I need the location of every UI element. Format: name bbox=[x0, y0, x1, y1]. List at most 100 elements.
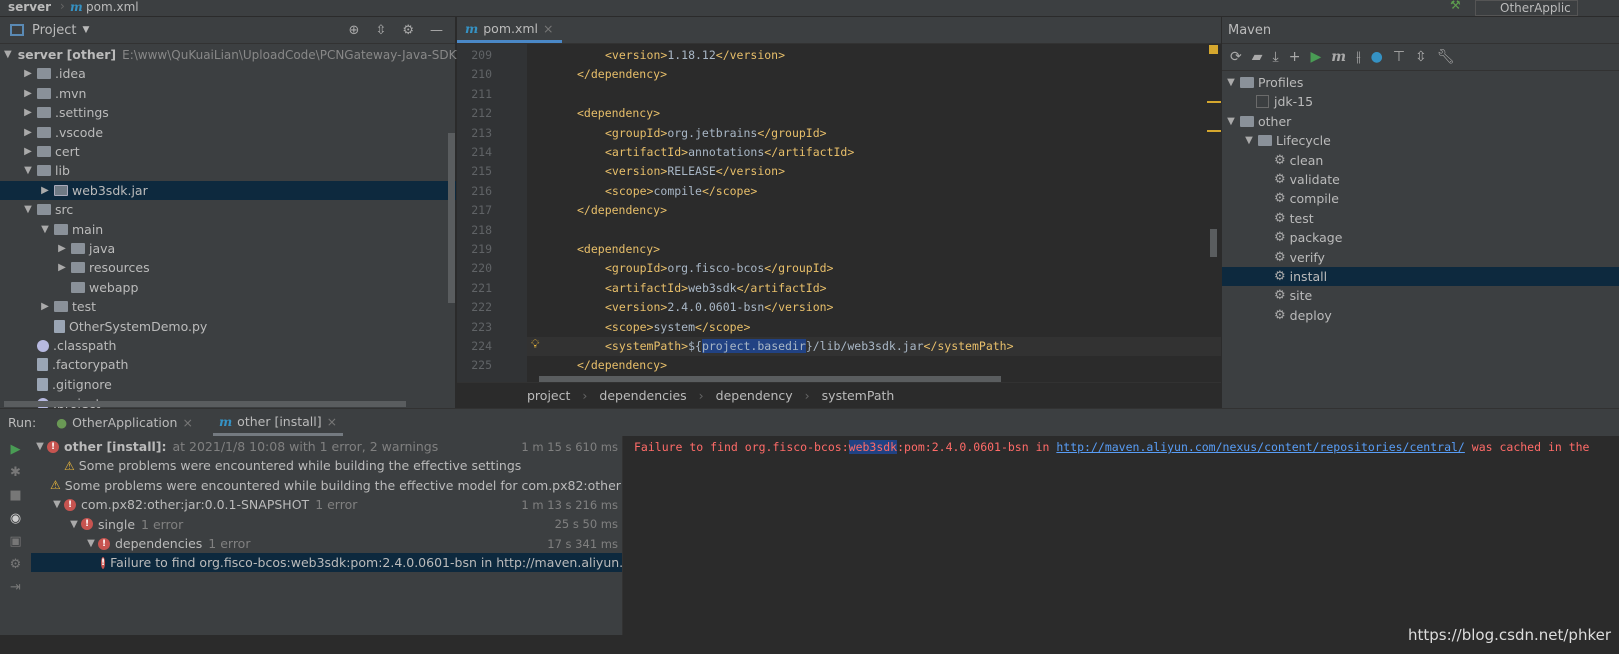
maven-item-profiles[interactable]: ▼ Profiles bbox=[1222, 73, 1619, 92]
tree-item[interactable]: ▶ cert bbox=[0, 142, 456, 161]
repository-link[interactable]: http://maven.aliyun.com/nexus/content/re… bbox=[1056, 440, 1465, 454]
nav-project[interactable]: server bbox=[8, 0, 51, 14]
maven-item-install[interactable]: ⚙ install bbox=[1222, 267, 1619, 286]
chevron-down-icon[interactable]: ▼ bbox=[4, 49, 12, 60]
code-line[interactable]: <groupId>org.jetbrains</groupId> bbox=[605, 126, 827, 140]
tree-item[interactable]: ▶ .vscode bbox=[0, 123, 456, 142]
chevron-down-icon[interactable]: ▼ bbox=[1224, 116, 1238, 127]
breadcrumb-item[interactable]: dependency bbox=[716, 388, 793, 403]
run-config-selector[interactable]: OtherApplic bbox=[1475, 0, 1578, 16]
code-line[interactable]: <artifactId>annotations</artifactId> bbox=[605, 145, 854, 159]
chevron-down-icon[interactable]: ▼ bbox=[1242, 135, 1256, 146]
tree-item[interactable]: ▶ .idea bbox=[0, 64, 456, 83]
gear-icon[interactable]: ⚙ bbox=[402, 23, 414, 38]
camera-icon[interactable]: ▣ bbox=[9, 534, 21, 549]
rerun-icon[interactable]: ▶ bbox=[11, 442, 21, 457]
exit-icon[interactable]: ⇥ bbox=[10, 580, 21, 595]
minimize-icon[interactable]: — bbox=[430, 23, 443, 38]
execute-goal-icon[interactable]: m bbox=[1331, 49, 1346, 65]
chevron-right-icon[interactable]: ▶ bbox=[21, 146, 35, 157]
tree-item[interactable]: OtherSystemDemo.py bbox=[0, 317, 456, 336]
download-icon[interactable]: ⤓ bbox=[1273, 49, 1279, 65]
chevron-down-icon[interactable]: ▼ bbox=[50, 499, 64, 510]
toggle-offline-icon[interactable]: ⫲ bbox=[1356, 49, 1361, 65]
maven-item-deploy[interactable]: ⚙ deploy bbox=[1222, 306, 1619, 325]
settings-wrench-icon[interactable]: 🔧︎ bbox=[1437, 49, 1455, 65]
code-line[interactable]: <artifactId>web3sdk</artifactId> bbox=[605, 281, 827, 295]
maven-item-test[interactable]: ⚙ test bbox=[1222, 209, 1619, 228]
code-line[interactable]: <dependency> bbox=[577, 106, 660, 120]
vertical-scrollbar[interactable] bbox=[448, 133, 455, 303]
eye-icon[interactable]: ◉ bbox=[10, 511, 21, 526]
code-line[interactable]: <systemPath>${project.basedir}/lib/web3s… bbox=[605, 339, 1014, 353]
maven-item-clean[interactable]: ⚙ clean bbox=[1222, 151, 1619, 170]
build-tree-item[interactable]: ▼! other [install]: at 2021/1/8 10:08 with… bbox=[31, 437, 622, 456]
build-tree-item[interactable]: ▼! com.px82:other:jar:0.0.1-SNAPSHOT 1 err… bbox=[31, 495, 622, 514]
maven-item-compile[interactable]: ⚙ compile bbox=[1222, 189, 1619, 208]
code-line[interactable]: <version>1.18.12</version> bbox=[605, 48, 785, 62]
build-tree-item[interactable]: ⚠ Some problems were encountered while bu… bbox=[31, 456, 622, 475]
tab-pom-xml[interactable]: m pom.xml × bbox=[457, 17, 562, 43]
chevron-down-icon[interactable]: ▼ bbox=[21, 204, 35, 215]
breadcrumb-item[interactable]: project bbox=[527, 388, 570, 403]
stop-icon[interactable]: ■ bbox=[9, 488, 21, 503]
run-tab[interactable]: ● OtherApplication × bbox=[50, 409, 199, 436]
tree-item[interactable]: ▶ .settings bbox=[0, 103, 456, 122]
close-icon[interactable]: × bbox=[182, 415, 192, 430]
code-line[interactable]: <version>RELEASE</version> bbox=[605, 164, 785, 178]
code-line[interactable]: <groupId>org.fisco-bcos</groupId> bbox=[605, 261, 834, 275]
settings-icon[interactable]: ⚙ bbox=[10, 557, 22, 572]
tree-item[interactable]: ▶ java bbox=[0, 239, 456, 258]
tree-item[interactable]: .classpath bbox=[0, 336, 456, 355]
debug-icon[interactable]: ✱ bbox=[10, 465, 21, 480]
maven-item-site[interactable]: ⚙ site bbox=[1222, 286, 1619, 305]
vertical-scrollbar[interactable] bbox=[1210, 229, 1217, 257]
code-line[interactable]: <version>2.4.0.0601-bsn</version> bbox=[605, 300, 834, 314]
code-line[interactable]: <scope>system</scope> bbox=[605, 320, 750, 334]
code-line[interactable]: <scope>compile</scope> bbox=[605, 184, 757, 198]
build-tree-item[interactable]: ▼! dependencies 1 error 17 s 341 ms bbox=[31, 534, 622, 553]
code-line[interactable]: </dependency> bbox=[577, 358, 667, 372]
skip-tests-icon[interactable]: ● bbox=[1371, 49, 1383, 65]
add-icon[interactable]: + bbox=[1289, 49, 1301, 65]
tree-item[interactable]: webapp bbox=[0, 278, 456, 297]
chevron-down-icon[interactable]: ▼ bbox=[67, 519, 81, 530]
nav-file[interactable]: pom.xml bbox=[86, 0, 139, 14]
maven-item-other[interactable]: ▼ other bbox=[1222, 112, 1619, 131]
run-icon[interactable]: ▶ bbox=[1310, 49, 1321, 65]
chevron-right-icon[interactable]: ▶ bbox=[21, 68, 35, 79]
inspection-indicator[interactable] bbox=[1209, 45, 1218, 54]
horizontal-scrollbar[interactable] bbox=[4, 401, 406, 407]
maven-item-lifecycle[interactable]: ▼ Lifecycle bbox=[1222, 131, 1619, 150]
tree-item[interactable]: ▼ lib bbox=[0, 161, 456, 180]
tree-item[interactable]: ▶ test bbox=[0, 297, 456, 316]
chevron-right-icon[interactable]: ▶ bbox=[38, 301, 52, 312]
code-line[interactable]: </dependency> bbox=[577, 67, 667, 81]
chevron-right-icon[interactable]: ▶ bbox=[38, 185, 52, 196]
close-icon[interactable]: × bbox=[543, 21, 553, 36]
maven-item-package[interactable]: ⚙ package bbox=[1222, 228, 1619, 247]
chevron-down-icon[interactable]: ▼ bbox=[33, 441, 47, 452]
breadcrumb-item[interactable]: systemPath bbox=[822, 388, 895, 403]
tree-item[interactable]: ▼ server [other] E:\www\QuKuaiLian\UploadCo… bbox=[0, 45, 467, 64]
chevron-down-icon[interactable]: ▼ bbox=[82, 25, 89, 35]
chevron-down-icon[interactable]: ▼ bbox=[84, 538, 98, 549]
reload-icon[interactable]: ⟳ bbox=[1230, 49, 1242, 65]
breadcrumb-item[interactable]: dependencies bbox=[599, 388, 686, 403]
checkbox[interactable] bbox=[1256, 95, 1269, 109]
tree-item[interactable]: ▼ src bbox=[0, 200, 456, 219]
chevron-right-icon[interactable]: ▶ bbox=[21, 127, 35, 138]
show-dependencies-icon[interactable]: ⊤ bbox=[1393, 49, 1405, 65]
build-tree-item[interactable]: ! Failure to find org.fisco-bcos:web3sdk:… bbox=[31, 553, 873, 573]
locate-icon[interactable]: ⊕ bbox=[349, 23, 360, 38]
marker[interactable] bbox=[1207, 101, 1221, 103]
chevron-down-icon[interactable]: ▼ bbox=[1224, 77, 1238, 88]
build-hammer-icon[interactable]: ⚒ bbox=[1450, 0, 1461, 12]
project-panel-title[interactable]: Project bbox=[32, 23, 76, 38]
tree-item[interactable]: .factorypath bbox=[0, 355, 456, 374]
run-tab[interactable]: m other [install] × bbox=[212, 409, 344, 436]
code-line[interactable]: </dependency> bbox=[577, 203, 667, 217]
tree-item[interactable]: ▼ main bbox=[0, 220, 456, 239]
chevron-down-icon[interactable]: ▼ bbox=[21, 165, 35, 176]
code-line[interactable]: <dependency> bbox=[577, 242, 660, 256]
